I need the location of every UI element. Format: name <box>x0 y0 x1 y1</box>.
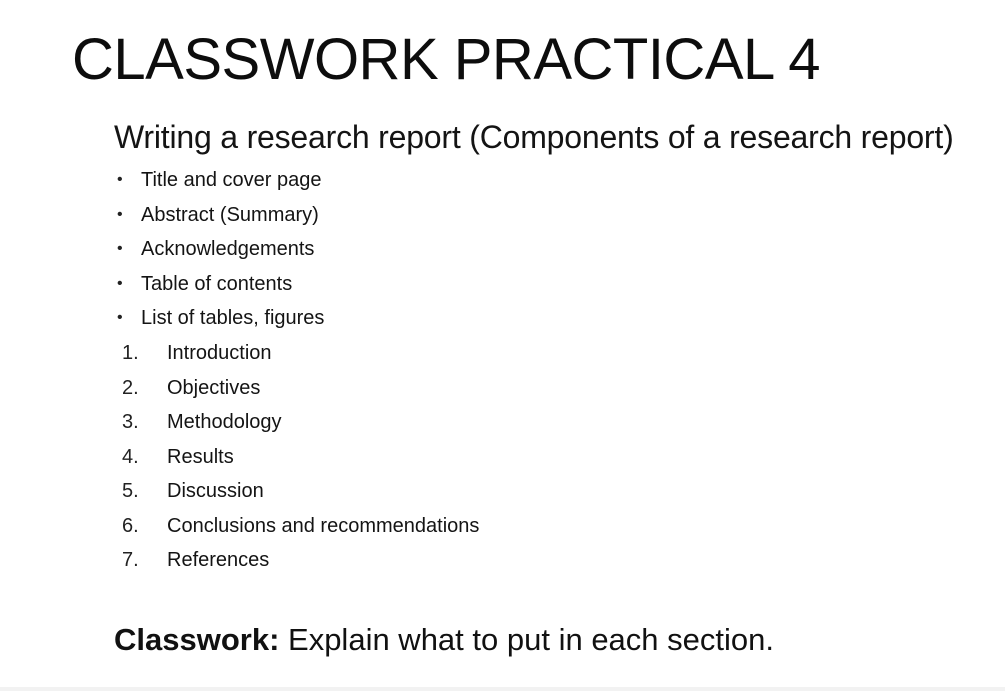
list-item: • Abstract (Summary) <box>114 198 324 233</box>
classwork-text: Explain what to put in each section. <box>279 622 774 657</box>
item-number: 2. <box>122 376 139 399</box>
numbered-item: 4. Results <box>114 440 479 475</box>
bullet-icon: • <box>117 274 123 292</box>
numbered-item-label: Conclusions and recommendations <box>167 514 480 537</box>
list-item-label: Table of contents <box>141 272 293 295</box>
bullet-icon: • <box>117 240 123 258</box>
list-item-label: List of tables, figures <box>141 307 325 330</box>
list-item: • List of tables, figures <box>114 301 324 336</box>
numbered-item: 5. Discussion <box>114 474 479 509</box>
classwork-label: Classwork: <box>114 622 280 657</box>
numbered-item-label: Discussion <box>167 480 264 503</box>
item-number: 7. <box>122 549 139 572</box>
bullet-icon: • <box>117 309 123 327</box>
slide-title: CLASSWORK PRACTICAL 4 <box>72 27 820 92</box>
item-number: 5. <box>122 480 139 503</box>
list-item-label: Title and cover page <box>141 169 322 192</box>
bullet-list: • Title and cover page • Abstract (Summa… <box>114 163 324 336</box>
item-number: 4. <box>122 445 139 468</box>
numbered-item: 6. Conclusions and recommendations <box>114 509 479 544</box>
slide: CLASSWORK PRACTICAL 4 Writing a research… <box>0 0 1005 687</box>
slide-subtitle: Writing a research report (Components of… <box>114 119 954 155</box>
numbered-item: 3. Methodology <box>114 405 479 440</box>
list-item-label: Acknowledgements <box>141 238 315 261</box>
list-item: • Title and cover page <box>114 163 324 198</box>
numbered-list: 1. Introduction 2. Objectives 3. Methodo… <box>114 336 479 578</box>
numbered-item-label: Introduction <box>167 342 272 365</box>
numbered-item: 2. Objectives <box>114 371 479 406</box>
numbered-item-label: Results <box>167 445 234 468</box>
list-item: • Acknowledgements <box>114 232 324 267</box>
bullet-icon: • <box>117 171 123 189</box>
numbered-item: 7. References <box>114 543 479 578</box>
item-number: 6. <box>122 514 139 537</box>
list-item: • Table of contents <box>114 267 324 302</box>
numbered-item-label: Methodology <box>167 411 282 434</box>
numbered-item: 1. Introduction <box>114 336 479 371</box>
list-item-label: Abstract (Summary) <box>141 203 319 226</box>
numbered-item-label: References <box>167 549 270 572</box>
bullet-icon: • <box>117 205 123 223</box>
classwork-instruction: Classwork: Explain what to put in each s… <box>114 620 774 660</box>
item-number: 3. <box>122 411 139 434</box>
bottom-edge <box>0 687 1005 691</box>
item-number: 1. <box>122 342 139 365</box>
numbered-item-label: Objectives <box>167 376 261 399</box>
